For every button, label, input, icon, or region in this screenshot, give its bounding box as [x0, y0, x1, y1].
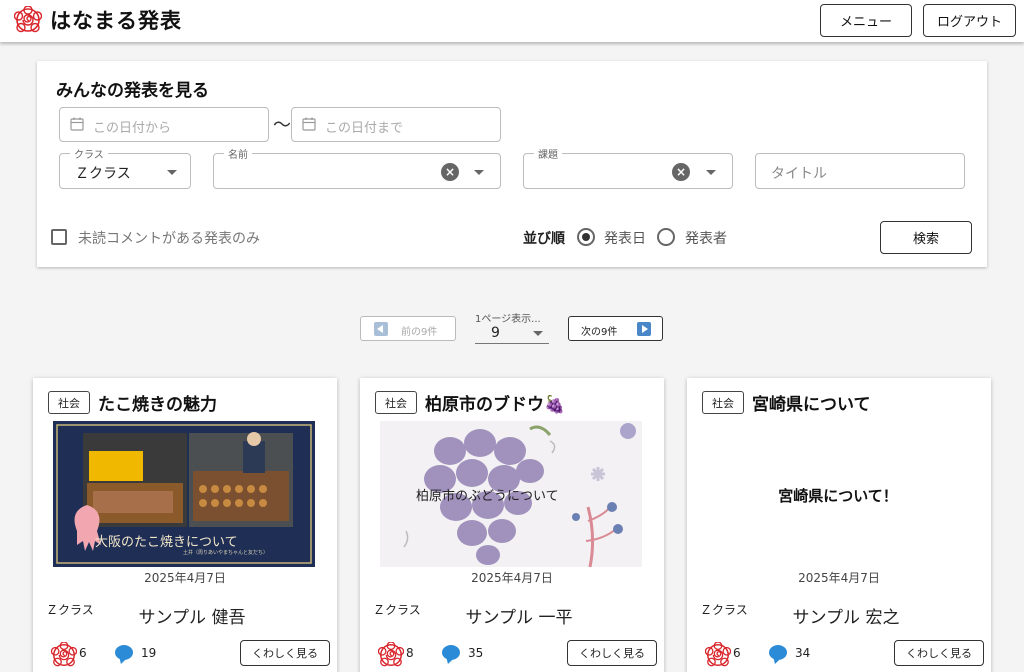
calendar-icon	[70, 117, 84, 131]
hanamaru-count: 6	[79, 646, 87, 660]
hanamaru-count: 6	[733, 646, 741, 660]
chevron-down-icon[interactable]	[706, 170, 716, 175]
view-details-button[interactable]: くわしく見る	[567, 640, 657, 666]
presentation-card[interactable]: 社会 たこ焼きの魅力 大阪のたこ焼きについて 土井（周りあいやまちゃんと友だち）…	[33, 378, 337, 672]
name-select[interactable]: 名前 ×	[213, 146, 501, 189]
filter-panel-title: みんなの発表を見る	[56, 81, 209, 101]
presentation-thumbnail[interactable]: 宮崎県について！	[707, 421, 969, 567]
sort-radio-date[interactable]	[577, 228, 595, 246]
hanamaru-icon[interactable]	[705, 642, 731, 668]
comment-icon	[115, 645, 133, 660]
presentation-thumbnail[interactable]: 大阪のたこ焼きについて 土井（周りあいやまちゃんと友だち）	[53, 421, 315, 567]
name-select-label: 名前	[224, 146, 252, 161]
thumbnail-caption: 宮崎県について！	[778, 487, 898, 505]
class-select[interactable]: クラス Ｚクラス	[59, 146, 191, 189]
per-page-select[interactable]: 9	[475, 322, 549, 344]
date-to-field[interactable]: この日付まで	[291, 107, 501, 142]
prev-page-label: 前の9件	[401, 327, 438, 338]
app-header: はなまる発表 メニュー ログアウト	[0, 0, 1024, 42]
presentation-card[interactable]: 社会 柏原市のブドウ🍇 柏原市のぶどうについて 2025年4月7日 Ｚクラス サ…	[360, 378, 664, 672]
comment-count: 19	[141, 646, 157, 660]
thumbnail-caption: 柏原市のぶどうについて	[416, 489, 559, 504]
presentation-card[interactable]: 社会 宮崎県について 宮崎県について！ 2025年4月7日 Ｚクラス サンプル …	[687, 378, 991, 672]
date-to-placeholder: この日付まで	[325, 121, 404, 136]
comment-count: 35	[468, 646, 484, 660]
comment-count: 34	[795, 646, 811, 660]
subject-select[interactable]: 課題 ×	[523, 146, 733, 189]
sort-option-author-label[interactable]: 発表者	[685, 228, 727, 248]
thumbnail-subcaption: 土井（周りあいやまちゃんと友だち）	[183, 550, 269, 556]
subject-tag: 社会	[375, 391, 417, 414]
date-separator: 〜	[273, 115, 291, 136]
hanamaru-icon[interactable]	[378, 642, 404, 668]
chevron-down-icon	[533, 331, 543, 336]
logout-button[interactable]: ログアウト	[923, 4, 1016, 37]
unread-only-checkbox[interactable]	[51, 229, 67, 245]
author-name: サンプル 宏之	[792, 608, 900, 628]
hanamaru-count: 8	[406, 646, 414, 660]
arrow-right-icon	[637, 322, 651, 336]
sort-radio-author[interactable]	[657, 228, 675, 246]
sort-label: 並び順	[523, 231, 565, 247]
comment-icon	[442, 645, 460, 660]
hanamaru-icon[interactable]	[51, 642, 77, 668]
presentation-date: 2025年4月7日	[798, 571, 880, 585]
unread-only-label[interactable]: 未読コメントがある発表のみ	[78, 228, 260, 248]
menu-button[interactable]: メニュー	[820, 4, 912, 37]
calendar-icon	[302, 117, 316, 131]
chevron-down-icon[interactable]	[474, 170, 484, 175]
subject-tag: 社会	[702, 391, 744, 414]
sort-option-date-label[interactable]: 発表日	[604, 228, 646, 248]
subject-tag: 社会	[48, 391, 90, 414]
date-from-field[interactable]: この日付から	[59, 107, 269, 142]
author-name: サンプル 一平	[465, 608, 573, 628]
search-button[interactable]: 検索	[880, 221, 972, 254]
thumbnail-caption: 大阪のたこ焼きについて	[95, 535, 238, 550]
prev-page-button[interactable]: 前の9件	[360, 316, 456, 341]
presentation-thumbnail[interactable]: 柏原市のぶどうについて	[380, 421, 642, 567]
app-title: はなまる発表	[50, 9, 182, 33]
comment-icon	[769, 645, 787, 660]
presentation-date: 2025年4月7日	[471, 571, 553, 585]
title-input-placeholder: タイトル	[771, 166, 827, 182]
class-select-value: Ｚクラス	[75, 166, 131, 182]
arrow-left-icon	[374, 322, 388, 336]
hanamaru-logo-icon	[14, 6, 42, 33]
subject-select-label: 課題	[534, 146, 562, 161]
date-from-placeholder: この日付から	[93, 121, 172, 136]
clear-icon[interactable]: ×	[672, 163, 690, 181]
view-details-button[interactable]: くわしく見る	[894, 640, 984, 666]
author-name: サンプル 健吾	[138, 608, 246, 628]
presentation-date: 2025年4月7日	[144, 571, 226, 585]
filter-panel: みんなの発表を見る この日付から 〜 この日付まで クラス Ｚクラス 名前 × …	[37, 61, 987, 267]
view-details-button[interactable]: くわしく見る	[240, 640, 330, 666]
card-title[interactable]: 柏原市のブドウ🍇	[425, 390, 565, 415]
card-title[interactable]: 宮崎県について	[752, 390, 871, 415]
next-page-label: 次の9件	[581, 327, 618, 338]
title-input[interactable]: タイトル	[755, 153, 965, 189]
per-page-value: 9	[491, 325, 500, 341]
card-title[interactable]: たこ焼きの魅力	[98, 390, 217, 415]
clear-icon[interactable]: ×	[441, 163, 459, 181]
chevron-down-icon	[167, 170, 177, 175]
class-select-label: クラス	[70, 146, 108, 161]
next-page-button[interactable]: 次の9件	[568, 316, 663, 341]
